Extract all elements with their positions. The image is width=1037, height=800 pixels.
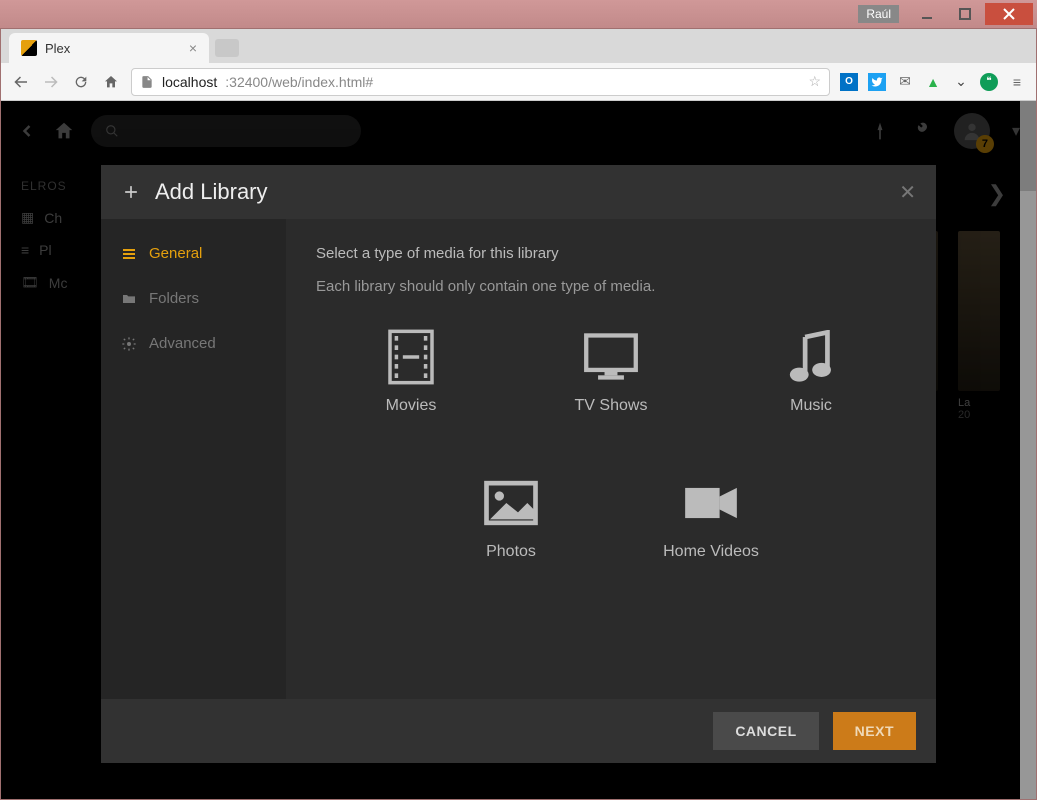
step-general[interactable]: General [101, 231, 286, 276]
type-label: Music [790, 397, 832, 415]
tab-close-button[interactable]: × [189, 40, 197, 56]
step-label: Advanced [149, 335, 216, 352]
feedly-icon[interactable]: ▲ [924, 73, 942, 91]
modal-title: Add Library [155, 179, 268, 205]
arrow-right-icon [42, 73, 60, 91]
url-path: :32400/web/index.html# [225, 74, 373, 90]
step-folders[interactable]: Folders [101, 276, 286, 321]
cancel-button[interactable]: CANCEL [713, 712, 818, 750]
add-library-modal: Add Library ✕ General Folders [101, 165, 936, 763]
window-maximize-button[interactable] [947, 3, 983, 25]
home-icon [103, 74, 119, 90]
chrome-menu-button[interactable]: ≡ [1008, 73, 1026, 91]
page-icon [140, 75, 154, 89]
type-label: Home Videos [663, 543, 759, 561]
next-button[interactable]: NEXT [833, 712, 916, 750]
tv-icon [583, 329, 639, 385]
address-bar[interactable]: localhost :32400/web/index.html# ☆ [131, 68, 830, 96]
type-label: Photos [486, 543, 536, 561]
bookmark-star-button[interactable]: ☆ [808, 73, 821, 90]
wizard-steps: General Folders Advanced [101, 219, 286, 699]
tab-title: Plex [45, 41, 70, 56]
titlebar: Raúl [0, 0, 1037, 28]
modal-overlay: Add Library ✕ General Folders [1, 101, 1036, 799]
browser-tabstrip: Plex × [1, 29, 1036, 63]
step-label: Folders [149, 290, 199, 307]
forward-button[interactable] [41, 73, 61, 91]
photos-icon [483, 475, 539, 531]
folder-icon [121, 291, 137, 307]
type-homevideos[interactable]: Home Videos [651, 475, 771, 561]
browser-toolbar: localhost :32400/web/index.html# ☆ O ✉ ▲ … [1, 63, 1036, 101]
browser-tab[interactable]: Plex × [9, 33, 209, 63]
os-user-badge[interactable]: Raúl [858, 5, 899, 23]
modal-sub-text: Each library should only contain one typ… [316, 278, 906, 295]
type-movies[interactable]: Movies [351, 329, 471, 415]
extension-tray: O ✉ ▲ ⌄ ❝ ≡ [840, 73, 1026, 91]
movies-icon [383, 329, 439, 385]
new-tab-button[interactable] [215, 39, 239, 57]
window-close-button[interactable] [985, 3, 1033, 25]
minimize-icon [921, 8, 933, 20]
gear-icon [121, 336, 137, 352]
plus-icon [121, 182, 141, 202]
plex-favicon-icon [21, 40, 37, 56]
type-music[interactable]: Music [751, 329, 871, 415]
type-label: Movies [386, 397, 437, 415]
window-minimize-button[interactable] [909, 3, 945, 25]
twitter-icon[interactable] [868, 73, 886, 91]
outlook-icon[interactable]: O [840, 73, 858, 91]
close-icon [1003, 8, 1015, 20]
list-icon [121, 246, 137, 262]
music-icon [783, 329, 839, 385]
modal-content: Select a type of media for this library … [286, 219, 936, 699]
hangouts-icon[interactable]: ❝ [980, 73, 998, 91]
reload-icon [73, 74, 89, 90]
url-host: localhost [162, 74, 217, 90]
type-photos[interactable]: Photos [451, 475, 571, 561]
modal-close-button[interactable]: ✕ [899, 180, 916, 205]
plex-app: 7 ▾ ELROS ▦Ch ≡Pl 🎞Mc ❯ [1, 101, 1036, 799]
back-button[interactable] [11, 73, 31, 91]
home-button[interactable] [101, 74, 121, 90]
arrow-left-icon [12, 73, 30, 91]
reload-button[interactable] [71, 74, 91, 90]
maximize-icon [959, 8, 971, 20]
modal-header: Add Library ✕ [101, 165, 936, 219]
pocket-icon[interactable]: ⌄ [952, 73, 970, 91]
step-advanced[interactable]: Advanced [101, 321, 286, 366]
type-tvshows[interactable]: TV Shows [551, 329, 671, 415]
modal-lead-text: Select a type of media for this library [316, 245, 906, 262]
modal-footer: CANCEL NEXT [101, 699, 936, 763]
mail-icon[interactable]: ✉ [896, 73, 914, 91]
type-label: TV Shows [575, 397, 648, 415]
step-label: General [149, 245, 202, 262]
video-camera-icon [683, 475, 739, 531]
